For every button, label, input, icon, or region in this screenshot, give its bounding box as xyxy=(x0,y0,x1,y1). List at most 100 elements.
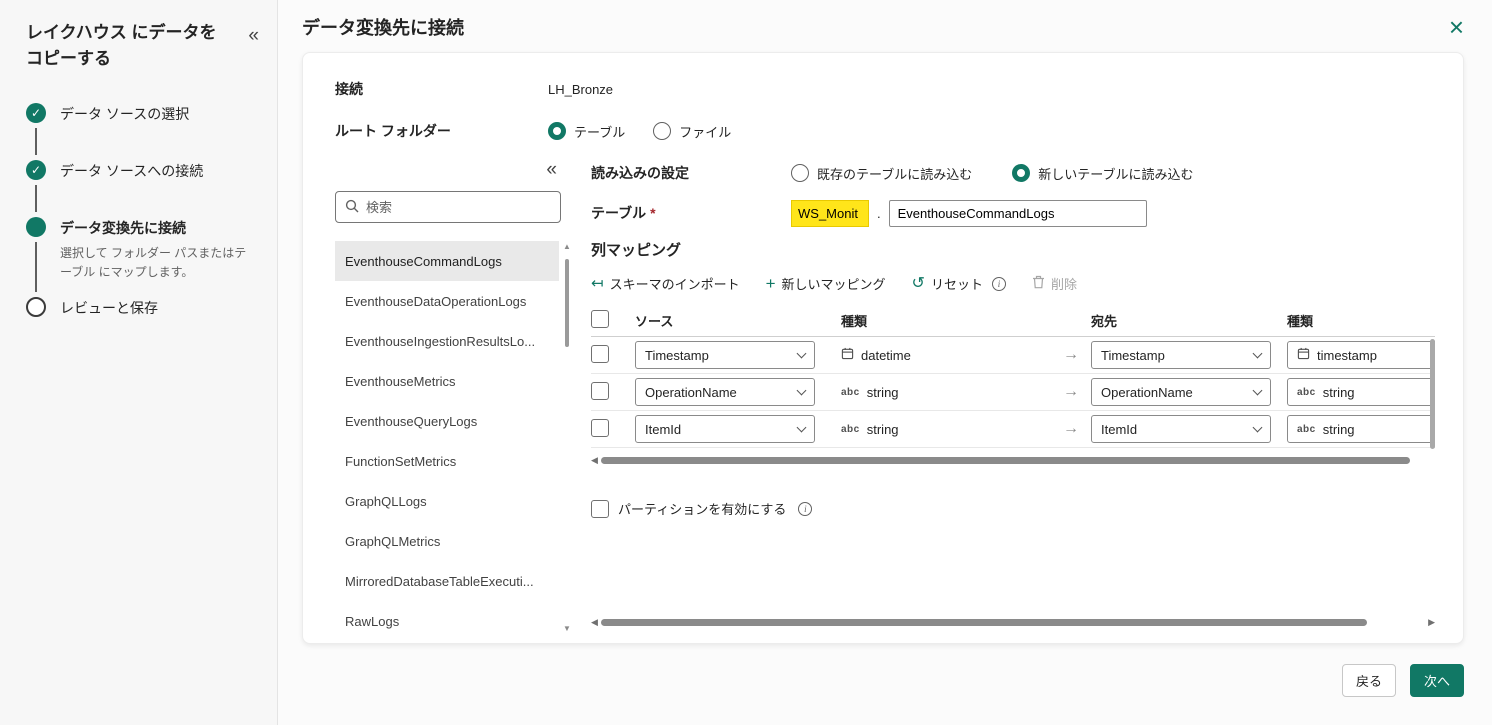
select-all-checkbox[interactable] xyxy=(591,310,609,328)
source-column-dropdown[interactable]: ItemId xyxy=(635,415,815,443)
panel-horizontal-scrollbar[interactable]: ◀ ▶ xyxy=(591,615,1435,629)
step-current-dot xyxy=(26,217,46,237)
back-button[interactable]: 戻る xyxy=(1341,664,1396,697)
connection-label: 接続 xyxy=(335,81,363,97)
step-select-source[interactable]: ✓ データ ソースの選択 xyxy=(26,103,259,160)
trash-icon xyxy=(1032,275,1045,292)
import-icon: ↤ xyxy=(591,275,604,292)
info-icon: i xyxy=(991,276,1006,291)
radio-dot xyxy=(1012,164,1031,182)
abc-icon: abc xyxy=(841,386,860,398)
root-folder-label: ルート フォルダー xyxy=(335,123,451,139)
scrollbar-thumb[interactable] xyxy=(600,457,1410,464)
mapping-row: OperationName abc string → OperationName… xyxy=(591,374,1435,411)
list-item[interactable]: MirroredDatabaseTableExecuti... xyxy=(335,561,559,601)
step-todo-circle xyxy=(26,297,46,318)
radio-dot xyxy=(791,164,809,182)
list-item[interactable]: EventhouseCommandLogs xyxy=(335,241,559,281)
sidebar-collapse-icon[interactable]: « xyxy=(248,20,259,45)
dest-column-dropdown[interactable]: OperationName xyxy=(1091,378,1271,406)
abc-icon: abc xyxy=(1297,386,1316,398)
step-connect-destination[interactable]: データ変換先に接続 選択して フォルダー パスまたはテーブル にマップします。 xyxy=(26,217,259,297)
partition-label: パーティションを有効にする xyxy=(618,502,787,517)
dest-type-dropdown[interactable]: abc string xyxy=(1287,415,1435,443)
dest-type-dropdown[interactable]: abc string xyxy=(1287,378,1435,406)
wizard-footer: 戻る 次へ xyxy=(278,644,1492,697)
add-icon: + xyxy=(765,274,776,293)
new-mapping-button[interactable]: + 新しいマッピング xyxy=(766,274,886,293)
row-checkbox[interactable] xyxy=(591,344,609,363)
close-icon[interactable]: × xyxy=(1449,14,1464,40)
arrow-right-icon: → xyxy=(1063,346,1079,363)
copy-data-wizard: レイクハウス にデータをコピーする « ✓ データ ソースの選択 ✓ データ ソ… xyxy=(0,0,1492,725)
scroll-right-icon[interactable]: ▶ xyxy=(1428,617,1435,627)
scroll-left-icon[interactable]: ◀ xyxy=(591,617,598,627)
import-schema-button[interactable]: ↤ スキーマのインポート xyxy=(591,274,740,293)
delete-button[interactable]: 削除 xyxy=(1032,274,1077,293)
chevron-down-icon xyxy=(1252,348,1263,358)
radio-load-new[interactable]: 新しいテーブルに読み込む xyxy=(1012,164,1193,183)
step-connect-source[interactable]: ✓ データ ソースへの接続 xyxy=(26,160,259,217)
mapping-vertical-scrollbar[interactable] xyxy=(1430,339,1435,449)
row-checkbox[interactable] xyxy=(591,381,609,400)
list-item[interactable]: EventhouseQueryLogs xyxy=(335,401,559,441)
info-icon: i xyxy=(798,501,813,516)
source-column-dropdown[interactable]: OperationName xyxy=(635,378,815,406)
source-column-dropdown[interactable]: Timestamp xyxy=(635,341,815,369)
step-review-save[interactable]: レビューと保存 xyxy=(26,297,259,318)
list-item[interactable]: GraphQLMetrics xyxy=(335,521,559,561)
column-header-source: ソース xyxy=(635,314,674,329)
list-item[interactable]: EventhouseMetrics xyxy=(335,361,559,401)
dest-column-dropdown[interactable]: ItemId xyxy=(1091,415,1271,443)
radio-load-existing[interactable]: 既存のテーブルに読み込む xyxy=(791,164,972,183)
main-panel: データ変換先に接続 × 接続 LH_Bronze ルート フォルダー テーブル … xyxy=(278,0,1492,725)
step-done-icon: ✓ xyxy=(26,160,46,180)
explorer-collapse-icon[interactable]: « xyxy=(335,159,573,183)
scrollbar-thumb[interactable] xyxy=(600,619,1368,626)
row-checkbox[interactable] xyxy=(591,418,609,437)
partition-checkbox[interactable] xyxy=(591,499,609,518)
search-input[interactable] xyxy=(366,199,551,215)
column-mapping-title: 列マッピング xyxy=(591,242,682,259)
calendar-icon xyxy=(1297,347,1310,363)
radio-tables[interactable]: テーブル xyxy=(548,122,625,141)
schema-name-input[interactable] xyxy=(791,199,869,227)
mapping-toolbar: ↤ スキーマのインポート + 新しいマッピング ↺ リセット i 削除 xyxy=(591,274,1435,293)
list-item[interactable]: FunctionSetMetrics xyxy=(335,441,559,481)
table-field-label: テーブル * xyxy=(591,205,656,221)
list-item[interactable]: GraphQLLogs xyxy=(335,481,559,521)
chevron-down-icon xyxy=(1252,385,1263,395)
scroll-down-icon[interactable]: ▼ xyxy=(563,625,571,633)
radio-files[interactable]: ファイル xyxy=(653,122,731,141)
next-button[interactable]: 次へ xyxy=(1409,664,1464,697)
scroll-up-icon[interactable]: ▲ xyxy=(563,243,571,251)
table-name-input[interactable] xyxy=(888,199,1147,227)
scroll-left-icon[interactable]: ◀ xyxy=(591,455,598,465)
wizard-title: レイクハウス にデータをコピーする xyxy=(26,23,217,68)
scrollbar-thumb[interactable] xyxy=(565,259,569,347)
abc-icon: abc xyxy=(1297,423,1316,435)
required-asterisk: * xyxy=(650,205,656,221)
partition-row: パーティションを有効にする i xyxy=(591,499,1435,518)
page-title: データ変換先に接続 xyxy=(302,18,464,38)
mapping-horizontal-scrollbar[interactable]: ◀ xyxy=(591,453,1435,467)
chevron-down-icon xyxy=(796,348,807,358)
chevron-down-icon xyxy=(1252,422,1263,432)
schema-table-separator: . xyxy=(877,205,881,221)
destination-settings: 読み込みの設定 既存のテーブルに読み込む 新しいテーブルに読み込む テーブル *… xyxy=(573,159,1463,637)
list-item[interactable]: EventhouseDataOperationLogs xyxy=(335,281,559,321)
wizard-steps: ✓ データ ソースの選択 ✓ データ ソースへの接続 データ変換先に接続 選択し… xyxy=(26,103,259,318)
wizard-sidebar: レイクハウス にデータをコピーする « ✓ データ ソースの選択 ✓ データ ソ… xyxy=(0,0,278,725)
mapping-row: ItemId abc string → ItemId abc string xyxy=(591,411,1435,448)
dest-column-dropdown[interactable]: Timestamp xyxy=(1091,341,1271,369)
list-item[interactable]: EventhouseIngestionResultsLo... xyxy=(335,321,559,361)
vertical-scrollbar[interactable]: ▲ ▼ xyxy=(561,243,573,633)
mapping-table: ソース 種類 宛先 種類 Timestamp datetime → Timest… xyxy=(591,305,1435,449)
radio-dot xyxy=(548,122,566,140)
reset-button[interactable]: ↺ リセット i xyxy=(912,274,1006,293)
list-item[interactable]: RawLogs xyxy=(335,601,559,635)
search-box[interactable] xyxy=(335,191,561,223)
dest-type-dropdown[interactable]: timestamp xyxy=(1287,341,1435,369)
destination-card: 接続 LH_Bronze ルート フォルダー テーブル ファイル « 検索 Ev… xyxy=(302,52,1464,644)
calendar-icon xyxy=(841,347,854,363)
